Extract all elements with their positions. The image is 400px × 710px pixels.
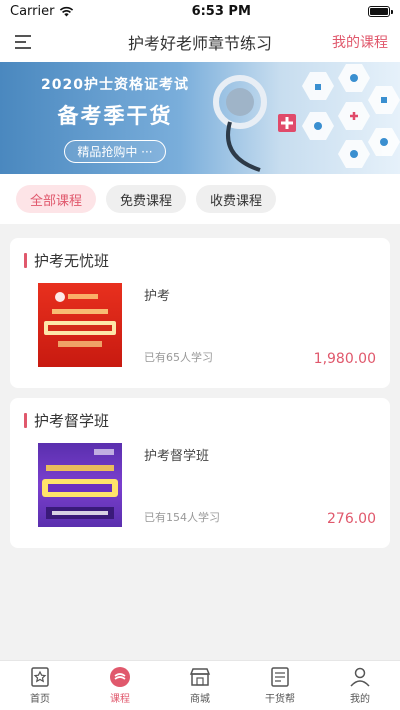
notes-icon [271, 667, 289, 687]
learner-count: 已有154人学习 [144, 511, 220, 524]
profile-icon [350, 667, 370, 687]
course-price: 276.00 [327, 511, 376, 527]
banner-title: 2020护士资格证考试 [41, 77, 189, 93]
tab-label: 我的 [350, 694, 370, 705]
tab-home[interactable]: 首页 [0, 661, 80, 710]
my-courses-button[interactable]: 我的课程 [332, 32, 388, 52]
menu-icon[interactable] [12, 30, 36, 54]
tab-shop[interactable]: 商城 [160, 661, 240, 710]
course-thumbnail [38, 443, 122, 527]
promo-banner[interactable]: 2020护士资格证考试 备考季干货 精品抢购中 ··· [0, 62, 400, 174]
course-filter-bar: 全部课程 免费课程 收费课程 [0, 174, 400, 224]
wifi-icon [60, 6, 74, 16]
course-price: 1,980.00 [313, 351, 376, 367]
carrier-label: Carrier [10, 3, 55, 19]
course-thumbnail [38, 283, 122, 367]
home-icon [31, 667, 49, 687]
course-card-title: 护考督学班 [34, 412, 110, 430]
tab-profile[interactable]: 我的 [320, 661, 400, 710]
bottom-tab-bar: 首页 课程 商城 干货帮 我的 [0, 660, 400, 710]
course-card[interactable]: 护考督学班 护考督学班 已有154人学习 276.00 [10, 398, 390, 548]
shop-icon [189, 668, 211, 686]
status-bar: Carrier 6:53 PM [0, 0, 400, 22]
course-name: 护考督学班 [144, 449, 210, 464]
course-list: 护考无忧班 护考 已有65人学习 1,980.00 护考督学班 护考督学班 已有… [0, 224, 400, 548]
course-card[interactable]: 护考无忧班 护考 已有65人学习 1,980.00 [10, 238, 390, 388]
banner-text-block: 2020护士资格证考试 备考季干货 精品抢购中 ··· [30, 70, 200, 163]
course-card-title: 护考无忧班 [34, 252, 110, 270]
filter-all-courses[interactable]: 全部课程 [16, 185, 97, 213]
filter-free-courses[interactable]: 免费课程 [106, 185, 187, 213]
tab-label: 干货帮 [265, 694, 295, 705]
learner-count: 已有65人学习 [144, 351, 213, 364]
nav-bar: 护考好老师章节练习 我的课程 [0, 22, 400, 62]
battery-icon [367, 5, 393, 17]
clock-time: 6:53 PM [191, 3, 251, 19]
section-accent-bar [24, 253, 27, 268]
tab-label: 课程 [110, 694, 130, 705]
tab-course[interactable]: 课程 [80, 661, 160, 710]
course-name: 护考 [144, 289, 171, 304]
section-accent-bar [24, 413, 27, 428]
filter-paid-courses[interactable]: 收费课程 [196, 185, 277, 213]
banner-subtitle: 备考季干货 [57, 104, 173, 128]
tab-label: 商城 [190, 694, 210, 705]
banner-cta-button[interactable]: 精品抢购中 ··· [64, 140, 166, 163]
medical-icons-illustration [213, 64, 400, 172]
course-icon [110, 667, 130, 687]
tab-label: 首页 [30, 694, 50, 705]
tab-notes[interactable]: 干货帮 [240, 661, 320, 710]
